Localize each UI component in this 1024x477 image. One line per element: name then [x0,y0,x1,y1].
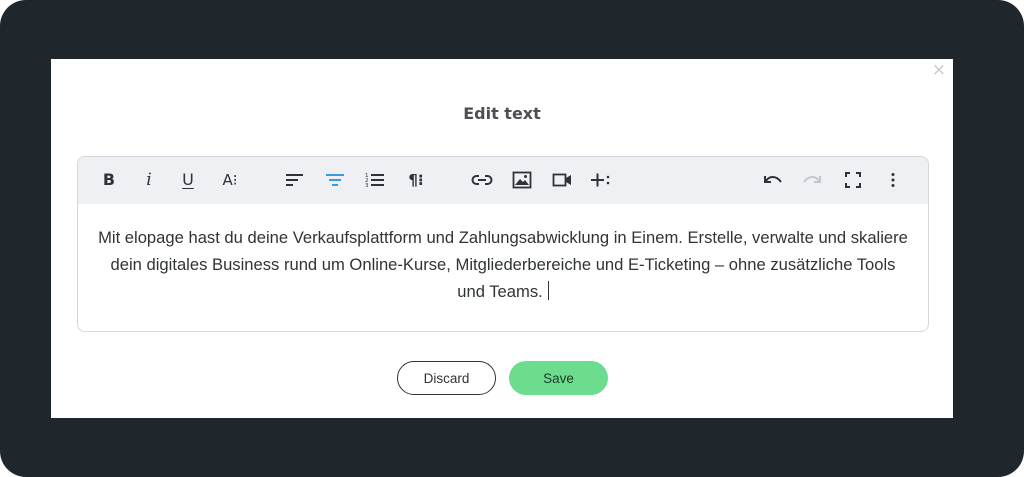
bold-icon: B [102,170,116,189]
font-size-button[interactable]: A⁝ [218,168,242,192]
insert-link-button[interactable] [470,168,494,192]
video-icon [552,173,571,187]
italic-icon: i [146,169,152,190]
edit-text-modal: × Edit text B i U A⁝ 1 2 3 ¶⁝ Mit elopag… [51,59,953,418]
text-cursor [547,281,549,300]
ordered-list-button[interactable]: 1 2 3 [363,168,387,192]
link-icon [471,175,493,185]
editor-text: Mit elopage hast du deine Verkaufsplattf… [98,228,908,301]
align-left-button[interactable] [283,168,307,192]
undo-button[interactable] [761,168,785,192]
discard-button[interactable]: Discard [397,361,496,395]
more-options-button[interactable] [881,168,905,192]
bold-button[interactable]: B [97,168,121,192]
fullscreen-button[interactable] [841,168,865,192]
fullscreen-icon [845,172,861,188]
image-icon [512,171,532,189]
undo-icon [764,176,782,183]
align-center-button[interactable] [323,168,347,192]
insert-video-button[interactable] [550,168,574,192]
editor-content-area[interactable]: Mit elopage hast du deine Verkaufsplattf… [78,204,928,331]
modal-title: Edit text [463,104,541,123]
dark-frame: × Edit text B i U A⁝ 1 2 3 ¶⁝ Mit elopag… [0,0,1024,477]
redo-icon [803,176,821,183]
svg-text:3: 3 [365,183,369,189]
underline-button[interactable]: U [176,168,200,192]
italic-button[interactable]: i [137,168,161,192]
close-icon[interactable]: × [931,61,947,79]
insert-image-button[interactable] [510,168,534,192]
redo-button[interactable] [800,168,824,192]
paragraph-format-button[interactable]: ¶⁝ [404,168,428,192]
font-size-icon: A⁝ [222,170,238,189]
plus-more-icon [591,173,610,187]
align-center-icon [326,174,344,186]
rich-text-editor: B i U A⁝ 1 2 3 ¶⁝ Mit elopage hast du de… [77,156,929,332]
underline-icon: U [182,170,194,189]
insert-more-button[interactable] [589,168,613,192]
align-left-icon [286,174,303,186]
editor-toolbar: B i U A⁝ 1 2 3 ¶⁝ [78,157,928,204]
save-button[interactable]: Save [509,361,608,395]
paragraph-icon: ¶⁝ [408,170,424,189]
ordered-list-icon: 1 2 3 [365,173,384,189]
more-vertical-icon [891,173,895,187]
